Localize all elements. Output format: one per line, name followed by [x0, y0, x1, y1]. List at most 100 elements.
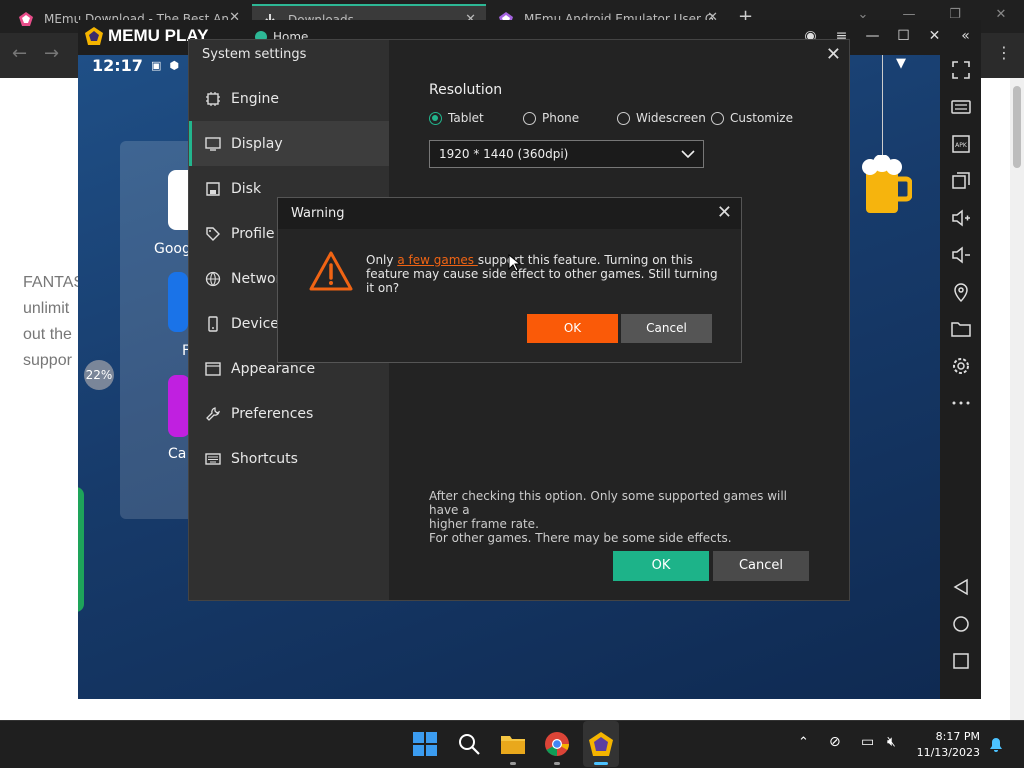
close-warning-icon[interactable]: ✕ [717, 202, 732, 223]
volume-down-icon[interactable] [950, 244, 972, 266]
mouse-cursor-icon [508, 254, 520, 272]
warning-title: Warning [291, 206, 345, 221]
shield-icon: ⬢ [169, 59, 179, 72]
memu-logo-icon [19, 11, 33, 26]
radio-unselected-icon [617, 111, 630, 125]
sidebar-item-preferences[interactable]: Preferences [189, 391, 389, 436]
multi-instance-icon[interactable] [950, 170, 972, 192]
collapse-sidebar-icon[interactable]: « [950, 20, 981, 55]
running-indicator [554, 762, 560, 765]
disk-icon [206, 181, 220, 196]
location-icon[interactable] [950, 281, 972, 303]
apk-icon[interactable]: APK [950, 133, 972, 155]
memu-taskbar-icon[interactable] [588, 731, 614, 757]
page-text-line: suppor [23, 352, 72, 369]
scrollbar-thumb[interactable] [1013, 86, 1021, 168]
keyboard-icon [205, 452, 221, 465]
windows-start-icon[interactable] [412, 731, 438, 757]
warning-dialog: Warning ✕ Only a few games support this … [277, 197, 742, 363]
radio-selected-icon [429, 111, 442, 125]
close-window-icon[interactable]: ✕ [978, 0, 1024, 33]
warning-ok-button[interactable]: OK [527, 314, 618, 343]
sidebar-item-label: Shortcuts [231, 450, 298, 467]
running-indicator [510, 762, 516, 765]
wifi-icon: ▼ [896, 56, 906, 71]
radio-widescreen[interactable]: Widescreen [617, 111, 706, 125]
window-icon [205, 361, 221, 376]
radio-phone[interactable]: Phone [523, 111, 579, 125]
phone-icon [208, 315, 218, 332]
settings-ok-button[interactable]: OK [613, 551, 709, 581]
sidebar-item-label: Preferences [231, 405, 314, 422]
volume-up-icon[interactable] [950, 207, 972, 229]
wrench-icon [206, 406, 220, 421]
warning-cancel-button[interactable]: Cancel [621, 314, 712, 343]
clock-date: 11/13/2023 [916, 746, 980, 759]
volume-muted-icon[interactable]: 🔇︎ [887, 734, 896, 750]
file-explorer-icon[interactable] [500, 731, 526, 757]
chip-icon [206, 91, 220, 106]
sidebar-item-shortcuts[interactable]: Shortcuts [189, 436, 389, 481]
frame-rate-info: After checking this option. Only some su… [429, 489, 819, 545]
folder-icon[interactable] [950, 318, 972, 340]
notification-a-icon: ▣ [150, 59, 162, 72]
radio-label: Phone [542, 111, 580, 125]
emulator-right-toolbar: APK [940, 55, 981, 699]
forward-icon[interactable]: → [44, 43, 59, 64]
info-line: higher frame rate. [429, 517, 539, 531]
more-icon[interactable] [950, 392, 972, 414]
android-recents-icon[interactable] [950, 650, 972, 672]
android-home-icon[interactable] [950, 613, 972, 635]
hanging-string [882, 55, 883, 155]
svg-text:APK: APK [955, 142, 968, 149]
radio-customize[interactable]: Customize [711, 111, 793, 125]
sidebar-item-label: Display [231, 135, 283, 152]
windows-taskbar: ⌃ ⊘ ▭ 🔇︎ 8:17 PM 11/13/2023 [0, 720, 1024, 768]
settings-cancel-button[interactable]: Cancel [713, 551, 809, 581]
app-icon[interactable] [168, 272, 188, 332]
browser-menu-icon[interactable]: ⋮ [996, 43, 1012, 62]
notification-bell-icon[interactable] [988, 737, 1004, 753]
sidebar-item-display[interactable]: Display [189, 121, 389, 166]
resolution-value: 1920 * 1440 (360dpi) [439, 147, 569, 161]
display-icon[interactable]: ▭ [861, 734, 874, 750]
chrome-icon[interactable] [544, 731, 570, 757]
minimize-icon[interactable]: — [857, 20, 888, 55]
warning-triangle-icon [309, 251, 353, 291]
message-text: Only [366, 253, 398, 267]
android-back-icon[interactable] [950, 576, 972, 598]
promo-card[interactable] [78, 487, 84, 612]
radio-tablet[interactable]: Tablet [429, 111, 484, 125]
fullscreen-icon[interactable] [950, 59, 972, 81]
sidebar-item-label: Device [231, 315, 279, 332]
page-text-line: unlimit [23, 300, 70, 317]
show-hidden-icons-icon[interactable]: ⌃ [798, 735, 809, 750]
monitor-icon [205, 136, 221, 151]
maximize-icon[interactable]: ☐ [888, 20, 919, 55]
page-scrollbar[interactable] [1010, 78, 1024, 720]
taskbar-clock[interactable]: 8:17 PM 11/13/2023 [917, 729, 980, 761]
close-emulator-icon[interactable]: ✕ [919, 20, 950, 55]
beer-mug-icon[interactable] [860, 155, 912, 217]
radio-unselected-icon [523, 111, 536, 125]
active-indicator [594, 762, 608, 765]
app-icon[interactable] [168, 375, 190, 437]
network-disconnected-icon[interactable]: ⊘ [829, 734, 841, 750]
keyboard-icon[interactable] [950, 96, 972, 118]
warning-title-bar: Warning ✕ [278, 198, 741, 229]
dialog-title: System settings [202, 47, 307, 62]
few-games-link[interactable]: a few games [397, 253, 478, 267]
memu-logo-icon [85, 27, 103, 45]
gear-icon[interactable] [950, 355, 972, 377]
back-icon[interactable]: ← [12, 43, 27, 64]
resolution-dropdown[interactable]: 1920 * 1440 (360dpi) [429, 140, 704, 168]
radio-label: Customize [730, 111, 793, 125]
search-icon[interactable] [456, 731, 482, 757]
battery-badge[interactable]: 22% [84, 360, 114, 390]
info-line: For other games. There may be some side … [429, 531, 732, 545]
sidebar-item-engine[interactable]: Engine [189, 76, 389, 121]
close-settings-icon[interactable]: ✕ [826, 44, 841, 65]
radio-label: Tablet [448, 111, 484, 125]
sidebar-item-label: Profile [231, 225, 275, 242]
radio-unselected-icon [711, 111, 724, 125]
